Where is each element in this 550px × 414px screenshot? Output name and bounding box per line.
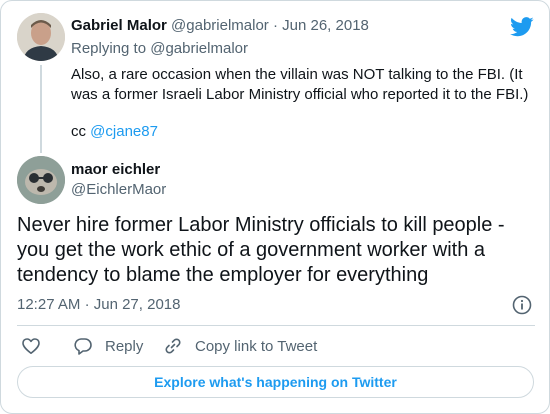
explore-label: Explore what's happening on Twitter (154, 374, 397, 390)
parent-tweet: Gabriel Malor @gabrielmalor · Jun 26, 20… (17, 13, 535, 153)
reply-label: Reply (105, 337, 144, 355)
tweet-date: Jun 27, 2018 (93, 296, 181, 313)
parent-date[interactable]: Jun 26, 2018 (282, 17, 369, 34)
main-author-handle[interactable]: @EichlerMaor (71, 181, 166, 198)
replying-to-handle[interactable]: @gabrielmalor (150, 40, 248, 57)
like-button[interactable] (21, 335, 41, 357)
explore-twitter-button[interactable]: Explore what's happening on Twitter (17, 366, 534, 398)
replying-prefix: Replying to (71, 40, 151, 57)
actions-divider (17, 325, 535, 326)
tweet-time: 12:27 AM (17, 296, 81, 313)
main-avatar[interactable] (17, 156, 65, 204)
cc-prefix: cc (71, 123, 91, 140)
parent-author-name[interactable]: Gabriel Malor (71, 17, 167, 34)
main-tweet-header: maor eichler @EichlerMaor (17, 156, 535, 204)
thread-connector-line (40, 65, 42, 153)
avatar-image (17, 156, 65, 204)
reply-button[interactable]: Reply (73, 335, 143, 357)
tweet-timestamp[interactable]: 12:27 AM · Jun 27, 2018 (17, 296, 180, 313)
cc-line: cc @cjane87 (71, 123, 158, 140)
avatar-image (17, 13, 65, 61)
parent-author-line: Gabriel Malor @gabrielmalor · Jun 26, 20… (71, 17, 369, 34)
copy-link-label: Copy link to Tweet (195, 337, 318, 355)
tweet-actions: Reply Copy link to Tweet (17, 335, 535, 357)
copy-link-button[interactable]: Copy link to Tweet (163, 335, 317, 357)
main-tweet-text: Never hire former Labor Ministry officia… (17, 214, 505, 286)
parent-author-handle[interactable]: @gabrielmalor (171, 17, 269, 34)
reply-bubble-icon (74, 338, 92, 355)
parent-avatar[interactable] (17, 13, 65, 61)
embedded-tweet-card: Gabriel Malor @gabrielmalor · Jun 26, 20… (0, 0, 550, 414)
heart-icon (22, 338, 40, 354)
cc-handle-link[interactable]: @cjane87 (90, 123, 158, 140)
parent-tweet-text: Also, a rare occasion when the villain w… (71, 66, 529, 103)
info-icon[interactable] (512, 295, 532, 315)
main-author-name[interactable]: maor eichler (71, 161, 160, 178)
twitter-bird-icon[interactable] (510, 17, 534, 37)
replying-to-line: Replying to @gabrielmalor (71, 40, 248, 57)
timestamp-separator: · (84, 296, 90, 313)
parent-separator: · (272, 17, 278, 34)
link-icon (165, 338, 181, 354)
